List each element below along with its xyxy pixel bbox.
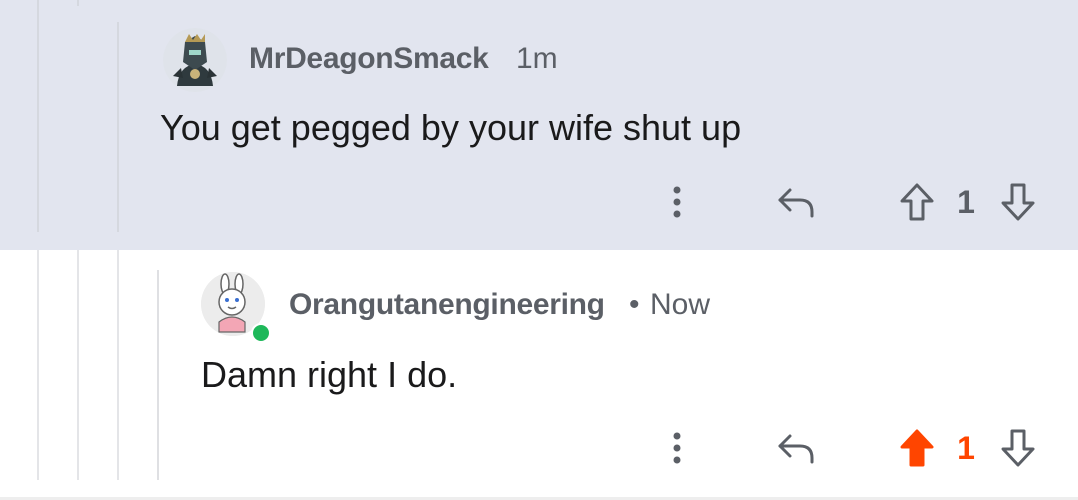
thread-line[interactable] bbox=[37, 250, 39, 480]
vote-count: 1 bbox=[957, 430, 975, 466]
reply-icon bbox=[778, 434, 814, 464]
knight-avatar-icon bbox=[163, 28, 227, 92]
more-options-icon bbox=[673, 186, 681, 218]
comment-body: You get pegged by your wife shut up bbox=[160, 107, 742, 148]
vote-count: 1 bbox=[957, 184, 975, 220]
downvote-icon bbox=[1001, 429, 1035, 467]
thread-line[interactable] bbox=[77, 0, 79, 6]
upvote-icon bbox=[900, 183, 934, 221]
thread-line[interactable] bbox=[117, 22, 119, 232]
more-options-button[interactable] bbox=[660, 182, 694, 222]
thread-line[interactable] bbox=[37, 0, 39, 232]
online-status-indicator bbox=[251, 323, 271, 343]
comment-username[interactable]: MrDeagonSmack bbox=[249, 42, 489, 76]
more-options-icon bbox=[673, 432, 681, 464]
reply-button[interactable] bbox=[776, 428, 816, 468]
thread-line[interactable] bbox=[157, 270, 159, 480]
thread-line[interactable] bbox=[117, 250, 119, 480]
downvote-icon bbox=[1001, 183, 1035, 221]
comment-highlighted: MrDeagonSmack 1m You get pegged by your … bbox=[0, 0, 1078, 250]
comment-body: Damn right I do. bbox=[201, 354, 458, 395]
downvote-button[interactable] bbox=[998, 180, 1038, 224]
upvote-icon bbox=[900, 429, 934, 467]
comment-username[interactable]: Orangutanengineering bbox=[289, 288, 605, 322]
meta-separator: • bbox=[629, 288, 640, 321]
more-options-button[interactable] bbox=[660, 428, 694, 468]
downvote-button[interactable] bbox=[998, 426, 1038, 470]
upvote-button[interactable] bbox=[897, 426, 937, 470]
upvote-button[interactable] bbox=[897, 180, 937, 224]
comment-timestamp: 1m bbox=[516, 42, 558, 75]
avatar[interactable] bbox=[163, 28, 227, 92]
thread-line[interactable] bbox=[77, 250, 79, 480]
reply-icon bbox=[778, 188, 814, 218]
comment-reply: Orangutanengineering • Now Damn right I … bbox=[0, 250, 1078, 500]
reply-button[interactable] bbox=[776, 182, 816, 222]
comment-timestamp: Now bbox=[650, 288, 711, 321]
